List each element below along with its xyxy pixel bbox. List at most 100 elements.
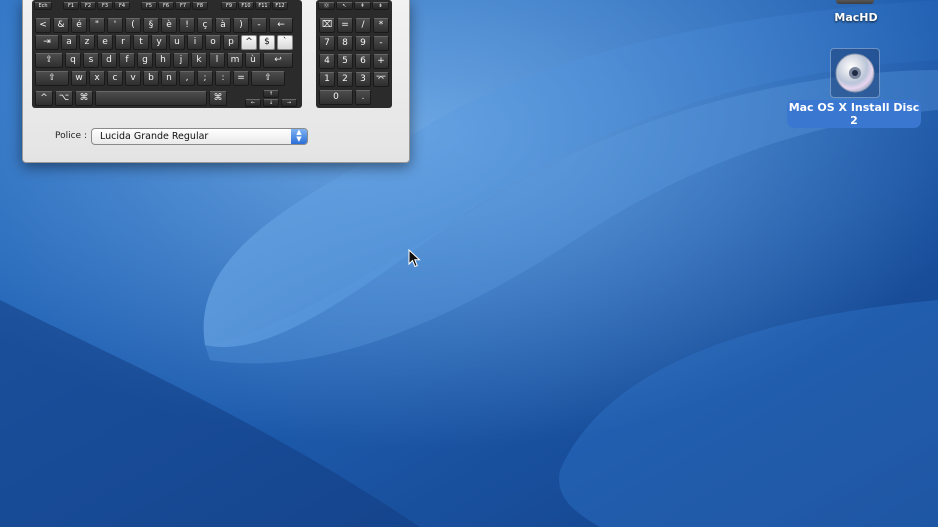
key-row3-1[interactable]: q	[65, 53, 81, 68]
numpad-key-1-1[interactable]: 8	[337, 36, 353, 51]
key-row1-12[interactable]: -	[251, 18, 267, 33]
numpad-key-0-2[interactable]: /	[355, 18, 371, 33]
key-row4-4[interactable]: v	[125, 71, 141, 86]
key-row4-2[interactable]: x	[89, 71, 105, 86]
key-row3-9[interactable]: l	[209, 53, 225, 68]
numpad-key-1-2[interactable]: 9	[355, 36, 371, 51]
key-fn-right-2[interactable]: ⇞	[354, 2, 371, 10]
key-f11[interactable]: F11	[255, 2, 271, 10]
key-row1-0[interactable]: <	[35, 18, 51, 33]
key-row1-11[interactable]: )	[233, 18, 249, 33]
numpad-key-0-3[interactable]: *	[373, 18, 389, 33]
key-arrow-right[interactable]: →	[281, 99, 297, 107]
numpad-key-3-1[interactable]: 2	[337, 72, 353, 87]
numpad-key-1-0[interactable]: 7	[319, 36, 335, 51]
key-arrow-down[interactable]: ↓	[263, 99, 279, 107]
key-row3-2[interactable]: s	[83, 53, 99, 68]
numpad-key-3-0[interactable]: 1	[319, 72, 335, 87]
key-row1-9[interactable]: ç	[197, 18, 213, 33]
key-row2-4[interactable]: r	[115, 35, 131, 50]
key-row4-8[interactable]: ;	[197, 71, 213, 86]
key-row3-4[interactable]: f	[119, 53, 135, 68]
key-row4-6[interactable]: n	[161, 71, 177, 86]
key-row4-0[interactable]: ⇧	[35, 71, 69, 86]
key-row3-8[interactable]: k	[191, 53, 207, 68]
numpad-key-3-2[interactable]: 3	[355, 72, 371, 87]
key-row4-7[interactable]: ,	[179, 71, 195, 86]
key-row4-9[interactable]: :	[215, 71, 231, 86]
key-row2-12[interactable]: $	[259, 35, 275, 50]
key-row1-5[interactable]: (	[125, 18, 141, 33]
key-row2-7[interactable]: u	[169, 35, 185, 50]
key-row5-0[interactable]: ^	[35, 91, 53, 106]
key-row3-12[interactable]: ↩	[263, 53, 293, 68]
key-row2-2[interactable]: z	[79, 35, 95, 50]
key-row1-4[interactable]: '	[107, 18, 123, 33]
desktop[interactable]: Ech F1 F2 F3 F4 F5 F6 F7 F8 F9 F10 F11 F12 ⓪ ↖ ⇞ ⇟ < & é " '(…	[0, 0, 938, 527]
key-row1-13[interactable]: ←	[269, 18, 293, 33]
key-row1-8[interactable]: !	[179, 18, 195, 33]
key-row5-2[interactable]: ⌘	[75, 91, 93, 106]
key-row1-1[interactable]: &	[53, 18, 69, 33]
key-row2-10[interactable]: p	[223, 35, 239, 50]
numpad-key-2-3[interactable]: +	[373, 54, 389, 69]
key-row3-10[interactable]: m	[227, 53, 243, 68]
numpad-key-0-1[interactable]: =	[337, 18, 353, 33]
font-select[interactable]: Lucida Grande Regular ▲ ▼	[91, 128, 308, 145]
numpad-key-2-0[interactable]: 4	[319, 54, 335, 69]
numpad-key-0-0[interactable]: ⌧	[319, 18, 335, 33]
key-f7[interactable]: F7	[175, 2, 191, 10]
numpad-key-4-1[interactable]: .	[355, 90, 371, 105]
key-row2-6[interactable]: y	[151, 35, 167, 50]
numpad-key-2-1[interactable]: 5	[337, 54, 353, 69]
key-arrow-up[interactable]: ↑	[263, 90, 279, 98]
desktop-icon-label-machd[interactable]: MacHD	[832, 11, 880, 24]
key-fn-right-0[interactable]: ⓪	[318, 2, 335, 10]
key-f6[interactable]: F6	[158, 2, 174, 10]
key-row3-0[interactable]: ⇪	[35, 53, 63, 68]
key-row1-3[interactable]: "	[89, 18, 105, 33]
key-f12[interactable]: F12	[272, 2, 288, 10]
key-row4-11[interactable]: ⇧	[251, 71, 285, 86]
key-fn-right-1[interactable]: ↖	[336, 2, 353, 10]
key-f4[interactable]: F4	[114, 2, 130, 10]
desktop-icon-label-install-disc[interactable]: Mac OS X Install Disc 2	[787, 100, 921, 128]
key-row3-3[interactable]: d	[101, 53, 117, 68]
key-f9[interactable]: F9	[221, 2, 237, 10]
numpad-key-3-3[interactable]: ⌤	[373, 72, 389, 87]
key-f1[interactable]: F1	[63, 2, 79, 10]
key-row5-4[interactable]: ⌘	[209, 91, 227, 106]
numpad-key-4-0[interactable]: 0	[319, 90, 353, 105]
keyboard-viewer-window[interactable]: Ech F1 F2 F3 F4 F5 F6 F7 F8 F9 F10 F11 F12 ⓪ ↖ ⇞ ⇟ < & é " '(…	[22, 0, 410, 163]
key-fn-right-3[interactable]: ⇟	[372, 2, 389, 10]
key-row3-6[interactable]: h	[155, 53, 171, 68]
key-row4-5[interactable]: b	[143, 71, 159, 86]
space-bar[interactable]	[95, 91, 207, 106]
key-row3-5[interactable]: g	[137, 53, 153, 68]
key-row2-8[interactable]: i	[187, 35, 203, 50]
key-row2-11[interactable]: ^	[241, 35, 257, 50]
key-f2[interactable]: F2	[80, 2, 96, 10]
numpad-key-1-3[interactable]: -	[373, 36, 389, 51]
key-row4-10[interactable]: =	[233, 71, 249, 86]
key-row2-3[interactable]: e	[97, 35, 113, 50]
key-row1-6[interactable]: §	[143, 18, 159, 33]
key-row2-5[interactable]: t	[133, 35, 149, 50]
key-row5-1[interactable]: ⌥	[55, 91, 73, 106]
hard-drive-icon[interactable]	[836, 0, 874, 4]
key-f3[interactable]: F3	[97, 2, 113, 10]
key-row2-9[interactable]: o	[205, 35, 221, 50]
key-esc[interactable]: Ech	[34, 2, 52, 10]
key-row2-0[interactable]: ⇥	[35, 35, 59, 50]
key-arrow-left[interactable]: ←	[245, 99, 261, 107]
key-row2-13[interactable]: `	[277, 35, 293, 50]
key-f8[interactable]: F8	[192, 2, 208, 10]
key-row3-7[interactable]: j	[173, 53, 189, 68]
numpad-key-2-2[interactable]: 6	[355, 54, 371, 69]
key-f5[interactable]: F5	[141, 2, 157, 10]
key-f10[interactable]: F10	[238, 2, 254, 10]
key-row4-1[interactable]: w	[71, 71, 87, 86]
key-row2-1[interactable]: a	[61, 35, 77, 50]
dvd-disc-icon[interactable]	[830, 48, 880, 98]
key-row4-3[interactable]: c	[107, 71, 123, 86]
